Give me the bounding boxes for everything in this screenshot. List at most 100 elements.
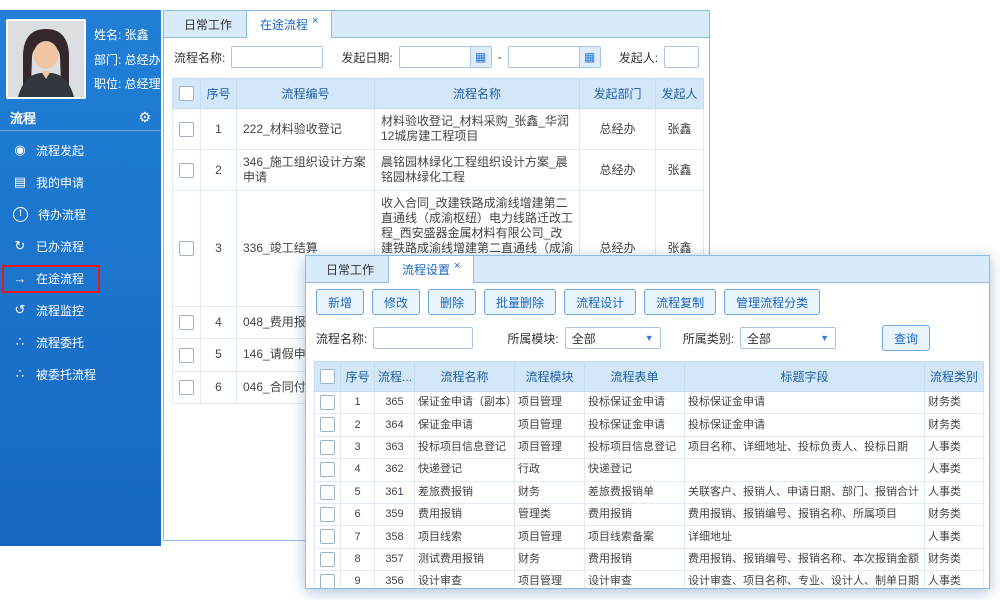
- table-row: 9 356 设计审查 项目管理 设计审查 设计审查、项目名称、专业、设计人、制单…: [315, 571, 984, 589]
- sidebar-item-label: 被委托流程: [36, 366, 96, 383]
- cell-initiator: 张鑫: [656, 109, 704, 150]
- process-settings-window: 日常工作 流程设置 × 新增 修改 删除 批量删除 流程设计 流程复制 管理流程…: [305, 255, 990, 589]
- initiator-input[interactable]: [664, 46, 699, 68]
- cell-code: 346_施工组织设计方案申请: [237, 150, 375, 191]
- cell-category: 人事类: [925, 526, 984, 548]
- select-all-checkbox[interactable]: [320, 369, 335, 384]
- tab-label: 在途流程: [260, 16, 308, 33]
- cell-title-field: 设计审查、项目名称、专业、设计人、制单日期: [685, 571, 925, 589]
- row-checkbox[interactable]: [320, 485, 335, 500]
- cell-name: 材料验收登记_材料采购_张鑫_华润12城房建工程项目: [375, 109, 580, 150]
- row-checkbox[interactable]: [320, 552, 335, 567]
- sidebar-item-label: 已办流程: [36, 238, 84, 255]
- date-to-input[interactable]: [509, 48, 579, 66]
- col-header-no: 序号: [201, 79, 237, 109]
- row-checkbox[interactable]: [179, 122, 194, 137]
- cell-module: 行政: [515, 459, 585, 481]
- col-header-process-name: 流程名称: [375, 79, 580, 109]
- history-icon: ↻: [12, 238, 28, 254]
- sidebar-item-process-delegation[interactable]: ∴ 流程委托: [0, 326, 161, 358]
- sidebar-item-in-transit-processes[interactable]: → 在途流程: [0, 262, 161, 294]
- calendar-icon[interactable]: ▦: [470, 46, 491, 68]
- sidebar-item-process-start[interactable]: ◉ 流程发起: [0, 134, 161, 166]
- process-settings-table: 序号 流程... 流程名称 流程模块 流程表单 标题字段 流程类别 1 365 …: [314, 361, 984, 589]
- cell-form: 投标项目信息登记: [585, 436, 685, 458]
- table-row: 1 365 保证金申请（副本） 项目管理 投标保证金申请 投标保证金申请 财务类: [315, 392, 984, 414]
- calendar-icon[interactable]: ▦: [579, 46, 600, 68]
- process-copy-button[interactable]: 流程复制: [644, 289, 716, 315]
- row-checkbox[interactable]: [320, 507, 335, 522]
- sidebar-item-process-monitor[interactable]: ↺ 流程监控: [0, 294, 161, 326]
- sidebar-item-my-applications[interactable]: ▤ 我的申请: [0, 166, 161, 198]
- cell-no: 7: [341, 526, 375, 548]
- sidebar-item-completed-processes[interactable]: ↻ 已办流程: [0, 230, 161, 262]
- user-position: 职位: 总经理: [94, 75, 161, 92]
- cell-no: 4: [201, 307, 237, 339]
- modify-button[interactable]: 修改: [372, 289, 420, 315]
- col-header-process-name: 流程名称: [415, 362, 515, 392]
- table-row: 7 358 项目线索 项目管理 项目线索备案 详细地址 人事类: [315, 526, 984, 548]
- close-tab-icon[interactable]: ×: [312, 16, 318, 26]
- row-checkbox[interactable]: [320, 462, 335, 477]
- tab-daily-work[interactable]: 日常工作: [312, 255, 388, 283]
- tab-in-transit[interactable]: 在途流程 ×: [246, 10, 332, 38]
- cell-form: 快递登记: [585, 459, 685, 481]
- row-checkbox[interactable]: [179, 241, 194, 256]
- cell-code: 363: [375, 436, 415, 458]
- chevron-down-icon: ▼: [645, 333, 654, 343]
- category-select[interactable]: 全部 ▼: [740, 327, 836, 349]
- cell-name: 保证金申请（副本）: [415, 392, 515, 414]
- user-info: 姓名: 张鑫 部门: 总经办 职位: 总经理: [94, 19, 161, 99]
- row-checkbox[interactable]: [320, 395, 335, 410]
- close-tab-icon[interactable]: ×: [454, 261, 460, 271]
- process-design-button[interactable]: 流程设计: [564, 289, 636, 315]
- cell-no: 6: [341, 504, 375, 526]
- select-all-checkbox[interactable]: [179, 86, 194, 101]
- cell-no: 3: [341, 436, 375, 458]
- delete-button[interactable]: 删除: [428, 289, 476, 315]
- batch-delete-button[interactable]: 批量删除: [484, 289, 556, 315]
- manage-category-button[interactable]: 管理流程分类: [724, 289, 820, 315]
- table-row: 4 362 快递登记 行政 快递登记 人事类: [315, 459, 984, 481]
- cell-category: 人事类: [925, 436, 984, 458]
- row-checkbox[interactable]: [320, 440, 335, 455]
- row-checkbox[interactable]: [179, 163, 194, 178]
- date-from-input[interactable]: [400, 48, 470, 66]
- cell-name: 测试费用报销: [415, 548, 515, 570]
- col-header-no: 序号: [341, 362, 375, 392]
- module-selected-value: 全部: [572, 330, 596, 347]
- cell-name: 设计审查: [415, 571, 515, 589]
- tab-daily-work[interactable]: 日常工作: [170, 10, 246, 38]
- initiator-label: 发起人:: [619, 49, 658, 66]
- cell-dept: 总经办: [580, 109, 656, 150]
- settings-gear-icon[interactable]: ⚙: [138, 109, 151, 126]
- col-header-department: 发起部门: [580, 79, 656, 109]
- cell-name: 快递登记: [415, 459, 515, 481]
- cell-no: 1: [201, 109, 237, 150]
- row-checkbox[interactable]: [179, 315, 194, 330]
- add-button[interactable]: 新增: [316, 289, 364, 315]
- chevron-down-icon: ▼: [820, 333, 829, 343]
- row-checkbox[interactable]: [320, 417, 335, 432]
- module-select[interactable]: 全部 ▼: [565, 327, 661, 349]
- search-button[interactable]: 查询: [882, 325, 930, 351]
- sidebar-item-pending-processes[interactable]: ! 待办流程: [0, 198, 161, 230]
- arrow-right-icon: →: [12, 271, 28, 286]
- row-checkbox[interactable]: [179, 348, 194, 363]
- col-header-form: 流程表单: [585, 362, 685, 392]
- sidebar-item-delegated-processes[interactable]: ∴ 被委托流程: [0, 358, 161, 390]
- sidebar: 姓名: 张鑫 部门: 总经办 职位: 总经理 流程 ⚙ ◉ 流程发起 ▤ 我的申…: [0, 10, 161, 546]
- row-checkbox[interactable]: [320, 529, 335, 544]
- process-name-input[interactable]: [231, 46, 323, 68]
- row-checkbox[interactable]: [320, 574, 335, 589]
- tab-process-settings[interactable]: 流程设置 ×: [388, 255, 474, 283]
- process-name-input[interactable]: [373, 327, 473, 349]
- cell-initiator: 张鑫: [656, 150, 704, 191]
- row-checkbox[interactable]: [179, 380, 194, 395]
- cell-form: 设计审查: [585, 571, 685, 589]
- refresh-icon: ↺: [12, 302, 28, 318]
- tab-label: 日常工作: [326, 261, 374, 278]
- cell-code: 359: [375, 504, 415, 526]
- filter-bar: 流程名称: 所属模块: 全部 ▼ 所属类别: 全部 ▼ 查询: [306, 317, 989, 359]
- cell-title-field: 费用报销、报销编号、报销名称、所属项目: [685, 504, 925, 526]
